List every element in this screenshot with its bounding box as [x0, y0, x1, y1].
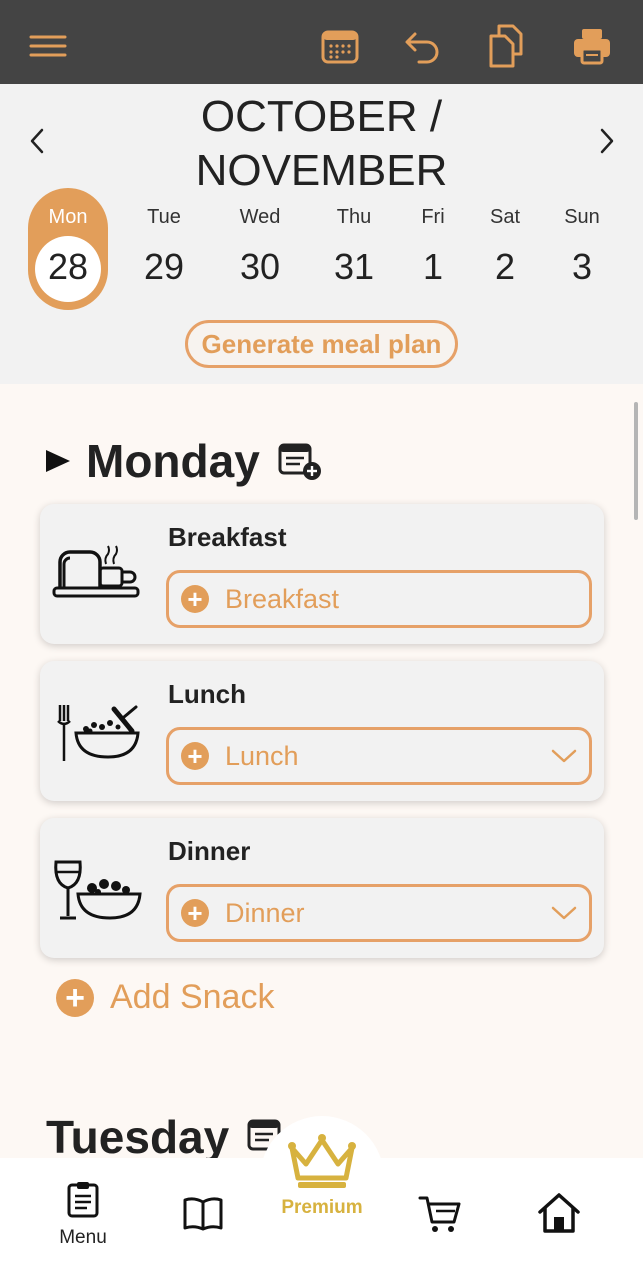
day-date: 2 — [494, 246, 516, 287]
dinner-selector[interactable]: + Dinner — [166, 884, 592, 942]
calendar-icon[interactable] — [320, 26, 360, 66]
meal-placeholder: Dinner — [225, 897, 305, 928]
meal-label: Lunch — [168, 679, 246, 709]
crown-icon — [288, 1134, 356, 1188]
clipboard-icon — [67, 1182, 99, 1218]
dinner-icon — [52, 858, 142, 928]
shopping-cart-icon — [418, 1196, 461, 1232]
nav-menu-label: Menu — [59, 1227, 107, 1248]
hamburger-menu-icon[interactable] — [28, 26, 68, 66]
day-title: Tuesday — [46, 1111, 230, 1163]
week-calendar: OCTOBER / NOVEMBER Mon 28 Tue 29 Wed 30 … — [0, 84, 643, 384]
add-recipe-list-icon[interactable] — [278, 441, 322, 481]
breakfast-icon — [52, 544, 142, 614]
meal-card-lunch: Lunch + Lunch — [40, 661, 604, 801]
day-friday[interactable]: Fri 1 — [393, 188, 473, 308]
home-icon — [538, 1193, 580, 1233]
day-title: Monday — [86, 435, 260, 487]
meal-label: Dinner — [168, 836, 251, 866]
tuesday-section-header[interactable]: Tuesday — [46, 1110, 291, 1164]
day-name: Mon — [48, 206, 88, 228]
plus-icon: + — [181, 899, 209, 927]
day-wednesday[interactable]: Wed 30 — [220, 188, 300, 308]
day-name: Sun — [564, 206, 600, 228]
scrollbar[interactable] — [634, 402, 638, 520]
previous-week-arrow-icon[interactable] — [22, 124, 52, 158]
day-date: 31 — [333, 246, 375, 287]
undo-icon[interactable] — [402, 26, 442, 66]
top-toolbar — [0, 0, 643, 84]
day-name: Fri — [421, 206, 445, 228]
collapse-triangle-icon[interactable] — [46, 450, 70, 472]
day-name: Sat — [489, 206, 521, 228]
generate-meal-plan-button[interactable]: Generate meal plan — [185, 320, 458, 368]
lunch-icon — [52, 701, 142, 771]
meal-card-dinner: Dinner + Dinner — [40, 818, 604, 958]
nav-menu[interactable]: Menu — [43, 1180, 123, 1249]
breakfast-selector[interactable]: + Breakfast — [166, 570, 592, 628]
plus-icon: + — [56, 978, 94, 1017]
meal-placeholder: Breakfast — [225, 583, 340, 614]
add-snack-label: Add Snack — [110, 978, 275, 1016]
next-week-arrow-icon[interactable] — [592, 124, 622, 158]
meal-label: Breakfast — [168, 522, 287, 552]
monday-section-header[interactable]: Monday — [46, 434, 322, 488]
day-date: 28 — [47, 246, 89, 287]
day-monday[interactable]: Mon 28 — [28, 188, 108, 310]
day-saturday[interactable]: Sat 2 — [465, 188, 545, 308]
plus-icon: + — [181, 585, 209, 613]
day-name: Tue — [147, 206, 181, 228]
day-date: 29 — [143, 246, 185, 287]
lunch-selector[interactable]: + Lunch — [166, 727, 592, 785]
meal-placeholder: Lunch — [225, 740, 299, 771]
book-icon — [183, 1197, 223, 1231]
chevron-down-icon — [551, 744, 577, 768]
day-selector: Mon 28 Tue 29 Wed 30 Thu 31 Fri 1 Sat 2 … — [0, 188, 643, 312]
day-sunday[interactable]: Sun 3 — [542, 188, 622, 308]
nav-recipes[interactable] — [163, 1196, 243, 1237]
day-name: Wed — [239, 206, 281, 228]
meal-card-breakfast: Breakfast + Breakfast — [40, 504, 604, 644]
nav-home[interactable] — [519, 1192, 599, 1239]
nav-premium-label: Premium — [281, 1197, 363, 1218]
day-date: 3 — [571, 246, 593, 287]
copy-icon[interactable] — [486, 24, 526, 68]
day-date: 1 — [422, 246, 444, 287]
plus-icon: + — [181, 742, 209, 770]
nav-shopping-cart[interactable] — [400, 1194, 480, 1239]
day-name: Thu — [336, 206, 372, 228]
nav-premium[interactable]: Premium — [274, 1130, 370, 1219]
add-snack-button[interactable]: + Add Snack — [56, 978, 274, 1017]
print-icon[interactable] — [572, 26, 612, 66]
month-title-line1: OCTOBER / — [200, 92, 443, 141]
day-tuesday[interactable]: Tue 29 — [124, 188, 204, 308]
day-thursday[interactable]: Thu 31 — [314, 188, 394, 308]
month-title: OCTOBER / NOVEMBER — [0, 90, 643, 198]
day-date: 30 — [239, 246, 281, 287]
chevron-down-icon — [551, 901, 577, 925]
